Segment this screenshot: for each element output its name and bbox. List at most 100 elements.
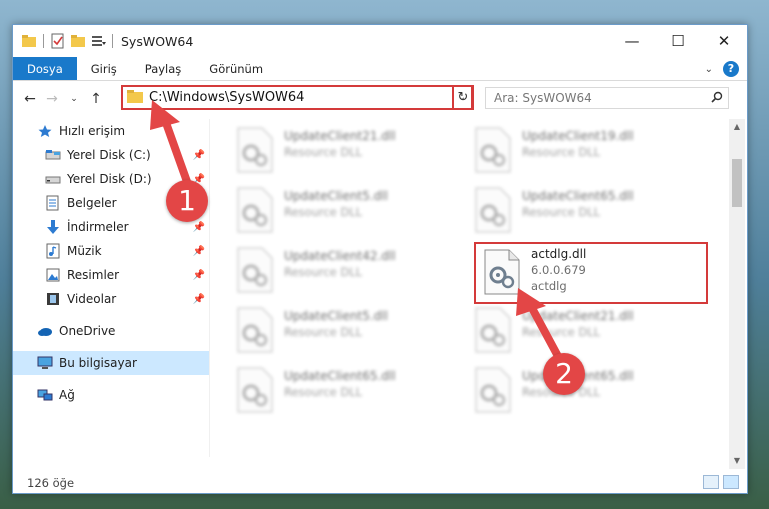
nav-label: Müzik [67, 244, 102, 258]
dll-file-icon [236, 127, 274, 173]
nav-item-quick-access[interactable]: Hızlı erişim [13, 119, 209, 143]
nav-label: OneDrive [59, 324, 116, 338]
file-tile[interactable]: UpdateClient5.dll Resource DLL [236, 183, 466, 239]
pin-icon[interactable]: 📌 [193, 150, 205, 161]
dll-file-icon [236, 367, 274, 413]
ribbon-tabs: Dosya Giriş Paylaş Görünüm ⌄ ? [13, 57, 747, 81]
nav-label: Videolar [67, 292, 117, 306]
nav-label: İndirmeler [67, 220, 129, 234]
scroll-down-icon[interactable]: ▼ [729, 453, 745, 469]
file-name: UpdateClient5.dll [284, 189, 388, 203]
expand-ribbon-icon[interactable]: ⌄ [705, 64, 713, 75]
nav-item-this-pc[interactable]: Bu bilgisayar [13, 351, 209, 375]
nav-item-pictures[interactable]: Resimler 📌 [13, 263, 209, 287]
refresh-icon[interactable]: ↻ [452, 85, 474, 110]
close-button[interactable]: ✕ [701, 25, 747, 57]
help-icon[interactable]: ? [723, 61, 739, 77]
cloud-icon [37, 323, 53, 339]
dll-file-icon [474, 127, 512, 173]
nav-label: Resimler [67, 268, 120, 282]
file-name: UpdateClient65.dll [522, 189, 634, 203]
details-view-icon[interactable] [703, 475, 719, 489]
vertical-scrollbar[interactable]: ▲ ▼ [729, 119, 745, 469]
file-name: UpdateClient5.dll [284, 309, 388, 323]
file-tile[interactable]: UpdateClient42.dll Resource DLL [236, 243, 466, 299]
scroll-up-icon[interactable]: ▲ [729, 119, 745, 135]
nav-item-music[interactable]: Müzik 📌 [13, 239, 209, 263]
forward-icon[interactable]: → [41, 91, 63, 107]
file-description: Resource DLL [522, 145, 601, 159]
separator [43, 34, 44, 48]
file-tile[interactable]: UpdateClient19.dll Resource DLL [474, 123, 704, 179]
minimize-button[interactable]: — [609, 25, 655, 57]
address-bar[interactable]: C:\Windows\SysWOW64 ⌄ [121, 85, 473, 110]
music-icon [45, 243, 61, 259]
pictures-icon [45, 267, 61, 283]
step-badge-1: 1 [166, 180, 208, 222]
file-tile[interactable]: UpdateClient65.dll Resource DLL [236, 363, 466, 419]
file-name: UpdateClient42.dll [284, 249, 396, 263]
file-tile[interactable]: UpdateClient21.dll Resource DLL [236, 123, 466, 179]
large-icons-view-icon[interactable] [723, 475, 739, 489]
scroll-thumb[interactable] [732, 159, 742, 207]
nav-item-network[interactable]: Ağ [13, 383, 209, 407]
search-input[interactable]: Ara: SysWOW64 [485, 87, 729, 109]
tab-home[interactable]: Giriş [77, 57, 131, 80]
nav-label: Bu bilgisayar [59, 356, 137, 370]
download-icon [45, 219, 61, 235]
drive-icon [45, 171, 61, 187]
customize-toolbar-icon[interactable] [90, 33, 106, 49]
search-icon[interactable] [706, 91, 728, 106]
highlight-box [474, 242, 708, 304]
address-row: ← → ⌄ ↑ C:\Windows\SysWOW64 ⌄ ↻ Ara: Sys… [13, 83, 747, 115]
file-tile[interactable]: UpdateClient65.dllResource DLL [474, 183, 704, 239]
separator [112, 34, 113, 48]
file-name: UpdateClient21.dll [522, 309, 634, 323]
computer-icon [37, 355, 53, 371]
search-placeholder: Ara: SysWOW64 [494, 91, 592, 105]
step-badge-2: 2 [543, 353, 585, 395]
properties-icon[interactable] [50, 33, 66, 49]
maximize-button[interactable]: ☐ [655, 25, 701, 57]
dll-file-icon [474, 307, 512, 353]
new-folder-icon[interactable] [70, 33, 86, 49]
folder-icon [127, 89, 143, 106]
nav-item-onedrive[interactable]: OneDrive [13, 319, 209, 343]
nav-label: Yerel Disk (D:) [67, 172, 152, 186]
file-tile[interactable]: UpdateClient5.dll Resource DLL [236, 303, 466, 359]
star-icon [37, 123, 53, 139]
back-icon[interactable]: ← [19, 91, 41, 107]
explorer-window: SysWOW64 — ☐ ✕ Dosya Giriş Paylaş Görünü… [12, 24, 748, 494]
up-icon[interactable]: ↑ [85, 91, 107, 107]
file-description: Resource DLL [284, 145, 363, 159]
folder-icon [21, 33, 37, 49]
file-tile[interactable]: UpdateClient65.dllResource DLL [474, 363, 704, 419]
network-icon [37, 387, 53, 403]
pin-icon[interactable]: 📌 [193, 294, 205, 305]
file-description: Resource DLL [284, 205, 363, 219]
nav-item-local-disk-c[interactable]: Yerel Disk (C:) 📌 [13, 143, 209, 167]
dll-file-icon [236, 247, 274, 293]
dll-file-icon [474, 187, 512, 233]
address-path[interactable]: C:\Windows\SysWOW64 [149, 90, 453, 105]
dll-file-icon [236, 187, 274, 233]
quick-access-toolbar [13, 33, 115, 49]
nav-item-videos[interactable]: Videolar 📌 [13, 287, 209, 311]
tab-share[interactable]: Paylaş [131, 57, 196, 80]
nav-label: Ağ [59, 388, 75, 402]
recent-locations-icon[interactable]: ⌄ [63, 94, 85, 104]
file-name: UpdateClient21.dll [284, 129, 396, 143]
document-icon [45, 195, 61, 211]
file-description: Resource DLL [284, 385, 363, 399]
pane-divider[interactable] [209, 119, 210, 457]
file-list: UpdateClient21.dll Resource DLL UpdateCli… [221, 119, 721, 459]
tab-file[interactable]: Dosya [13, 57, 77, 80]
video-icon [45, 291, 61, 307]
file-tile[interactable]: UpdateClient21.dll Resource DLL [474, 303, 704, 359]
file-name: UpdateClient65.dll [284, 369, 396, 383]
pin-icon[interactable]: 📌 [193, 222, 205, 233]
nav-label: Belgeler [67, 196, 117, 210]
pin-icon[interactable]: 📌 [193, 246, 205, 257]
tab-view[interactable]: Görünüm [195, 57, 277, 80]
pin-icon[interactable]: 📌 [193, 270, 205, 281]
